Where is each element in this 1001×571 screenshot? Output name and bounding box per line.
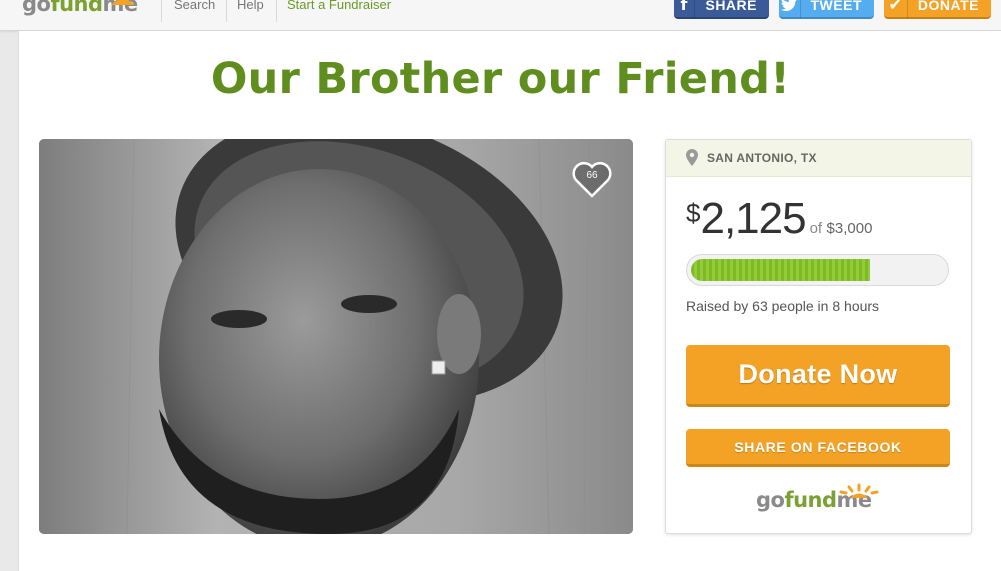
raised-amount: 2,125 (700, 194, 806, 243)
donate-now-button[interactable]: Donate Now (686, 345, 950, 407)
photo-illustration (39, 139, 633, 534)
logo-sun-icon (111, 0, 135, 5)
goal-amount: $3,000 (826, 220, 873, 237)
progress-bar (686, 254, 949, 286)
raised-by-text: Raised by 63 people in 8 hours (686, 298, 879, 314)
nav-divider (276, 0, 277, 22)
nav-help-link[interactable]: Help (237, 0, 264, 12)
tweet-button[interactable]: TWEET (779, 0, 874, 19)
progress-fill (691, 259, 870, 281)
hours-count: 8 (832, 298, 841, 314)
facebook-icon: f (674, 0, 696, 18)
logo-fund: fund (50, 0, 103, 16)
donate-label: DONATE (917, 0, 979, 13)
top-nav: gofundme Search Help Start a Fundraiser … (0, 0, 1001, 31)
people-count: 63 (752, 298, 768, 314)
nav-start-fundraiser-link[interactable]: Start a Fundraiser (287, 0, 391, 12)
checkmark-icon: ✔ (884, 0, 908, 18)
nav-search-link[interactable]: Search (174, 0, 215, 12)
nav-divider (226, 0, 227, 22)
donate-header-button[interactable]: ✔ DONATE (884, 0, 991, 19)
amount-raised: $2,125 of $3,000 (686, 194, 872, 244)
logo-fund: fund (784, 488, 837, 512)
logo-go: go (22, 0, 51, 16)
nav-divider (161, 0, 162, 22)
raised-by-suffix: hours (844, 298, 880, 314)
map-pin-icon (686, 149, 698, 166)
share-on-facebook-button[interactable]: SHARE ON FACEBOOK (686, 429, 950, 467)
donation-panel: SAN ANTONIO, TX $2,125 of $3,000 Raised b… (665, 139, 972, 534)
campaign-title: Our Brother our Friend! (210, 54, 791, 104)
location-text: SAN ANTONIO, TX (707, 151, 817, 165)
campaign-photo[interactable] (39, 139, 633, 534)
like-count: 66 (586, 170, 598, 181)
logo-go: go (756, 488, 785, 512)
of-label: of (809, 220, 823, 237)
twitter-bird-icon (779, 0, 801, 18)
raised-by-prefix: Raised by (686, 298, 749, 314)
location-bar: SAN ANTONIO, TX (666, 140, 971, 177)
logo-sun-icon (839, 483, 879, 498)
tweet-label: TWEET (810, 0, 862, 13)
facebook-share-button[interactable]: f SHARE (674, 0, 769, 19)
raised-by-middle: people in (771, 298, 829, 314)
currency-symbol: $ (686, 198, 701, 228)
share-label: SHARE (705, 0, 757, 13)
